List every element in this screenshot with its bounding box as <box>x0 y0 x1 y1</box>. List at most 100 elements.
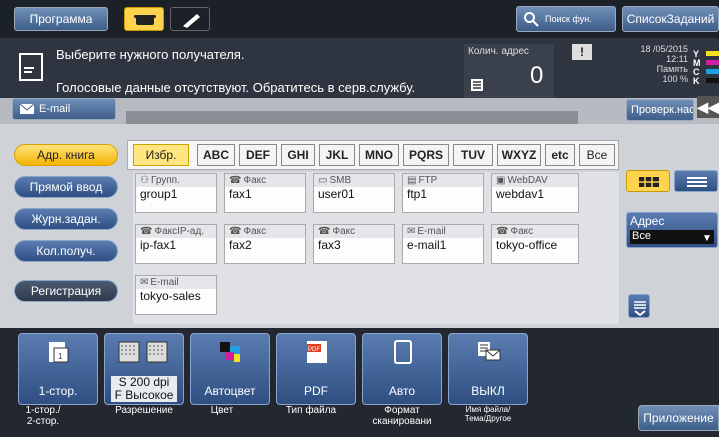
phone-icon <box>134 15 156 25</box>
document-icon <box>19 53 43 81</box>
duplex-caption: 1-стор./ 2-стор. <box>25 405 61 427</box>
group-icon: ⚇ <box>140 175 149 186</box>
color-icon <box>220 342 240 362</box>
tab-ghi[interactable]: GHI <box>281 144 315 166</box>
fax-icon: ☎ <box>318 226 331 237</box>
tab-favorites[interactable]: Избр. <box>133 144 189 166</box>
address-card[interactable]: ☎ Факс fax1 <box>224 173 306 213</box>
search-label: Поиск фун. <box>545 14 592 24</box>
message-line1: Выберите нужного получателя. <box>56 47 245 62</box>
list-view-icon <box>687 177 707 187</box>
filename-icon <box>478 342 501 361</box>
resolution-button[interactable]: S 200 dpi F Высокое <box>104 333 184 405</box>
sidebar-item-direct-input[interactable]: Прямой ввод <box>14 176 118 198</box>
tab-mno[interactable]: MNO <box>359 144 399 166</box>
address-card[interactable]: ▣ WebDAV webdav1 <box>491 173 579 213</box>
status-date: 18 /05/2015 <box>640 44 688 54</box>
grid-view-icon <box>639 177 659 187</box>
address-card[interactable]: ▤ FTP ftp1 <box>402 173 484 213</box>
tab-jkl[interactable]: JKL <box>319 144 355 166</box>
duplex-value: 1-стор. <box>38 384 78 398</box>
check-settings-button[interactable]: Проверк.наст. <box>626 99 694 121</box>
address-card[interactable]: ⚇ Групп. group1 <box>135 173 217 213</box>
address-card[interactable]: ☎ Факс tokyo-office <box>491 224 579 264</box>
chevron-down-icon: ▼ <box>702 233 712 244</box>
address-card[interactable]: ✉ E-mail tokyo-sales <box>135 275 217 315</box>
tab-tuv[interactable]: TUV <box>453 144 493 166</box>
ftp-icon: ▤ <box>407 175 417 186</box>
list-icon[interactable] <box>470 78 484 92</box>
address-card[interactable]: ☎ ФаксIP-ад. ip-fax1 <box>135 224 217 264</box>
tab-abc[interactable]: ABC <box>197 144 235 166</box>
scan-size-value: Авто <box>388 384 416 398</box>
webdav-icon: ▣ <box>496 175 506 186</box>
phone-hook-button[interactable] <box>124 7 164 31</box>
page-icon <box>394 340 412 364</box>
sidebar-item-job-log[interactable]: Журн.задан. <box>14 208 118 230</box>
job-list-button[interactable]: СписокЗаданий <box>622 6 719 32</box>
tab-pqrs[interactable]: PQRS <box>403 144 449 166</box>
address-count-value: 0 <box>530 62 544 89</box>
list-view-button[interactable] <box>674 170 718 192</box>
resolution-icon <box>118 341 168 363</box>
filename-button[interactable]: ВЫКЛ <box>448 333 528 405</box>
toner-labels: Y M C K <box>693 50 703 86</box>
search-icon <box>524 12 539 27</box>
toner-k: K <box>693 76 700 86</box>
address-filter-label: Адрес <box>630 214 665 228</box>
program-button[interactable]: Программа <box>14 7 108 31</box>
email-label: E-mail <box>39 103 71 115</box>
color-button[interactable]: Автоцвет <box>190 333 270 405</box>
fax-icon: ☎ <box>229 175 242 186</box>
address-count-label: Колич. адрес <box>468 46 529 57</box>
duplex-icon: 1 <box>49 342 69 363</box>
email-icon: ✉ <box>407 226 416 237</box>
grid-view-button[interactable] <box>626 170 670 192</box>
address-card[interactable]: ☎ Факс fax2 <box>224 224 306 264</box>
file-type-button[interactable]: PDF PDF <box>276 333 356 405</box>
toner-bar-k <box>706 78 719 83</box>
resolution-caption: Разрешение <box>115 405 173 416</box>
toner-bar-m <box>706 60 719 65</box>
address-card[interactable]: ▭ SMB user01 <box>313 173 395 213</box>
smb-icon: ▭ <box>318 175 328 186</box>
resolution-value: S 200 dpi F Высокое <box>111 376 177 402</box>
ip-fax-icon: ☎ <box>140 226 153 237</box>
sidebar-item-address-book[interactable]: Адр. книга <box>14 144 118 166</box>
duplex-button[interactable]: 1 1-стор. <box>18 333 98 405</box>
filename-caption: Имя файла/ Тема/Другое <box>464 405 512 423</box>
sidebar-item-recipients[interactable]: Кол.получ. <box>14 240 118 262</box>
message-line2: Голосовые данные отсутствуют. Обратитесь… <box>56 80 416 95</box>
pdf-icon: PDF <box>307 341 327 363</box>
scan-size-button[interactable]: Авто <box>362 333 442 405</box>
address-card[interactable]: ☎ Факс fax3 <box>313 224 395 264</box>
email-icon: ✉ <box>140 277 149 288</box>
sidebar-item-registration[interactable]: Регистрация <box>14 280 118 302</box>
envelope-icon <box>19 103 35 114</box>
tab-wxyz[interactable]: WXYZ <box>497 144 541 166</box>
email-destination-button[interactable]: E-mail <box>12 98 116 120</box>
file-type-value: PDF <box>304 384 328 398</box>
file-type-caption: Тип файла <box>285 405 337 416</box>
tab-etc[interactable]: etc <box>545 144 575 166</box>
color-value: Автоцвет <box>204 384 256 398</box>
memory-label: Память <box>656 64 688 74</box>
search-function-button[interactable]: Поиск фун. <box>516 6 616 32</box>
color-caption: Цвет <box>210 405 234 416</box>
status-panel: 18 /05/2015 12:11 Память 100 % <box>624 44 688 84</box>
memory-value: 100 % <box>662 74 688 84</box>
tab-def[interactable]: DEF <box>239 144 277 166</box>
scroll-down-icon <box>634 301 646 317</box>
scroll-down-button[interactable] <box>628 294 650 318</box>
address-card[interactable]: ✉ E-mail e-mail1 <box>402 224 484 264</box>
handset-button[interactable] <box>170 7 210 31</box>
fax-icon: ☎ <box>496 226 509 237</box>
application-button[interactable]: Приложение <box>638 405 719 431</box>
warning-icon[interactable]: ! <box>572 44 592 60</box>
svg-text:1: 1 <box>58 352 63 361</box>
toner-bar-y <box>706 51 719 56</box>
tab-all[interactable]: Все <box>579 144 615 166</box>
toner-bar-c <box>706 69 719 74</box>
scan-size-caption: Формат сканировани <box>372 405 432 427</box>
collapse-panel-icon[interactable]: ◀◀ <box>697 96 719 118</box>
